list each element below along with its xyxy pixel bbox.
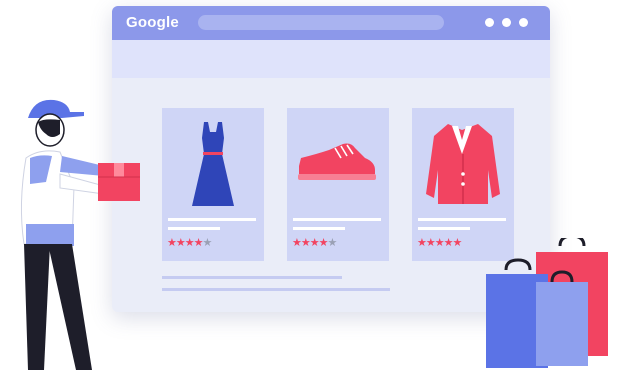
star-filled-icon: ★: [318, 236, 329, 249]
product-price-placeholder: [293, 227, 345, 230]
star-filled-icon: ★: [175, 236, 186, 249]
blazer-icon: [426, 124, 500, 204]
delivery-person-icon: [20, 99, 114, 370]
rating-stars: ★★★★★: [167, 236, 213, 249]
star-filled-icon: ★: [443, 236, 454, 249]
package-box-icon: [98, 163, 140, 201]
star-filled-icon: ★: [434, 236, 445, 249]
star-filled-icon: ★: [167, 236, 177, 249]
window-dot[interactable]: [502, 18, 511, 27]
product-card-sneaker[interactable]: ★★★★★: [287, 108, 389, 261]
window-controls: [485, 18, 528, 27]
text-placeholder-line: [162, 288, 390, 291]
star-filled-icon: ★: [184, 236, 195, 249]
star-filled-icon: ★: [452, 236, 463, 249]
window-dot[interactable]: [519, 18, 528, 27]
browser-brand-logo: Google: [126, 14, 179, 31]
ecommerce-illustration: Google ★★★★★ ★★★★★ ★★★★★: [0, 0, 617, 370]
product-title-placeholder: [168, 218, 256, 221]
star-filled-icon: ★: [300, 236, 311, 249]
rating-stars: ★★★★★: [292, 236, 338, 249]
browser-toolbar: [112, 40, 550, 78]
shopping-bags-icon: [486, 238, 608, 368]
window-dot[interactable]: [485, 18, 494, 27]
star-filled-icon: ★: [309, 236, 320, 249]
star-empty-icon: ★: [327, 236, 338, 249]
product-price-placeholder: [418, 227, 470, 230]
sneaker-icon: [298, 143, 376, 180]
star-filled-icon: ★: [193, 236, 204, 249]
product-price-placeholder: [168, 227, 220, 230]
address-bar[interactable]: [198, 15, 444, 30]
star-empty-icon: ★: [202, 236, 213, 249]
product-title-placeholder: [293, 218, 381, 221]
browser-titlebar: Google: [112, 6, 550, 40]
text-placeholder-line: [162, 276, 342, 279]
product-title-placeholder: [418, 218, 506, 221]
dress-icon: [192, 122, 234, 206]
star-filled-icon: ★: [292, 236, 302, 249]
star-filled-icon: ★: [417, 236, 427, 249]
star-filled-icon: ★: [425, 236, 436, 249]
rating-stars: ★★★★★: [417, 236, 463, 249]
product-card-dress[interactable]: ★★★★★: [162, 108, 264, 261]
